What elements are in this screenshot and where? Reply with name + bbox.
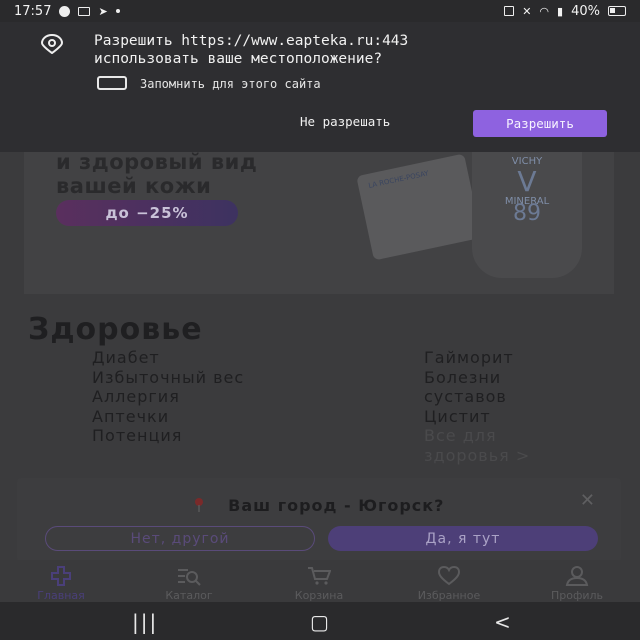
bottle-label: VICHY V MINERAL 89 xyxy=(482,156,572,226)
tab-catalog-label: Каталог xyxy=(165,589,213,602)
health-link[interactable]: Избыточный вес xyxy=(92,368,262,388)
vichy-v-logo: V xyxy=(517,165,537,198)
product-tube-image: LA ROCHE-POSAY xyxy=(356,153,482,261)
heart-icon xyxy=(437,566,461,586)
health-link[interactable]: Потенция xyxy=(92,426,282,446)
permission-message-line2: использовать ваше местоположение? xyxy=(94,51,383,67)
battery-icon xyxy=(608,6,626,16)
city-question: Ваш город - Югорск? xyxy=(228,496,445,515)
city-yes-button[interactable]: Да, я тут xyxy=(328,526,598,551)
telegram-icon: ➤ xyxy=(98,4,108,18)
tube-brand: LA ROCHE-POSAY xyxy=(367,169,430,190)
health-link[interactable]: Цистит xyxy=(424,407,594,427)
deny-button[interactable]: Не разрешать xyxy=(300,114,390,129)
health-link[interactable]: Диабет xyxy=(92,348,282,368)
mute-icon: ✕ xyxy=(522,4,532,18)
remember-checkbox[interactable] xyxy=(97,76,127,90)
location-icon xyxy=(40,34,64,54)
section-title: Здоровье xyxy=(28,312,203,347)
product-bottle-image: VICHY V MINERAL 89 xyxy=(472,150,582,278)
home-icon[interactable]: ▢ xyxy=(310,610,329,634)
alarm-icon xyxy=(504,6,515,16)
permission-message-line1: Разрешить https://www.eapteka.ru:443 xyxy=(94,33,409,49)
banner-line2: вашей кожи xyxy=(56,174,212,198)
city-confirm-popup: Ваш город - Югорск? ✕ Нет, другой Да, я … xyxy=(17,478,621,562)
cart-icon xyxy=(308,567,331,585)
bottom-nav: Главная Каталог Корзина Избранное Профил… xyxy=(0,560,640,602)
tab-favorites[interactable]: Избранное xyxy=(404,566,494,602)
permission-message: Разрешить https://www.eapteka.ru:443 исп… xyxy=(94,32,408,68)
city-question-row: Ваш город - Югорск? xyxy=(17,496,621,515)
tab-profile[interactable]: Профиль xyxy=(532,566,622,602)
tab-home[interactable]: Главная xyxy=(16,566,106,602)
tab-cart-label: Корзина xyxy=(294,589,344,602)
bottle-product-number: 89 xyxy=(513,201,541,226)
close-icon[interactable]: ✕ xyxy=(580,490,595,511)
signal-icon: ▮ xyxy=(557,4,564,18)
health-link[interactable]: Гайморит xyxy=(424,348,594,368)
wifi-icon: ◠ xyxy=(539,4,550,18)
allow-button[interactable]: Разрешить xyxy=(473,110,607,137)
notification-icon xyxy=(59,5,71,17)
health-link[interactable]: Аптечки xyxy=(92,407,282,427)
promo-banner[interactable]: и здоровый вид вашей кожи до −25% LA ROC… xyxy=(24,150,614,294)
map-pin-icon xyxy=(194,498,203,512)
mail-icon xyxy=(78,6,91,16)
catalog-search-icon xyxy=(178,569,201,586)
tab-catalog[interactable]: Каталог xyxy=(144,566,234,602)
banner-headline: и здоровый вид вашей кожи xyxy=(56,150,257,198)
remember-label[interactable]: Запомнить для этого сайта xyxy=(140,77,321,91)
clock: 17:57 xyxy=(14,3,52,19)
city-no-button[interactable]: Нет, другой xyxy=(45,526,315,551)
banner-line1: и здоровый вид xyxy=(56,150,258,174)
health-link[interactable]: Аллергия xyxy=(92,387,282,407)
battery-percent: 40% xyxy=(571,3,600,19)
location-permission-dialog: Разрешить https://www.eapteka.ru:443 исп… xyxy=(0,22,640,152)
health-list-left: Диабет Избыточный вес Аллергия Аптечки П… xyxy=(92,348,282,446)
discount-badge[interactable]: до −25% xyxy=(56,200,238,226)
more-notifications-icon xyxy=(115,9,120,13)
health-list-right: Гайморит Болезни суставов Цистит Все для… xyxy=(424,348,594,465)
tab-favorites-label: Избранное xyxy=(417,589,481,602)
tab-profile-label: Профиль xyxy=(550,589,604,602)
plus-icon xyxy=(51,566,71,586)
all-health-link[interactable]: Все для здоровья > xyxy=(424,426,574,465)
profile-icon xyxy=(565,566,589,586)
back-icon[interactable]: < xyxy=(494,610,511,634)
tab-home-label: Главная xyxy=(37,589,85,602)
status-bar: 17:57 ➤ ✕ ◠ ▮ 40% xyxy=(0,0,640,22)
health-link[interactable]: Болезни суставов xyxy=(424,368,534,407)
system-nav-bar: ||| ▢ < xyxy=(0,602,640,640)
recent-apps-icon[interactable]: ||| xyxy=(132,610,158,634)
tab-cart[interactable]: Корзина xyxy=(274,566,364,602)
